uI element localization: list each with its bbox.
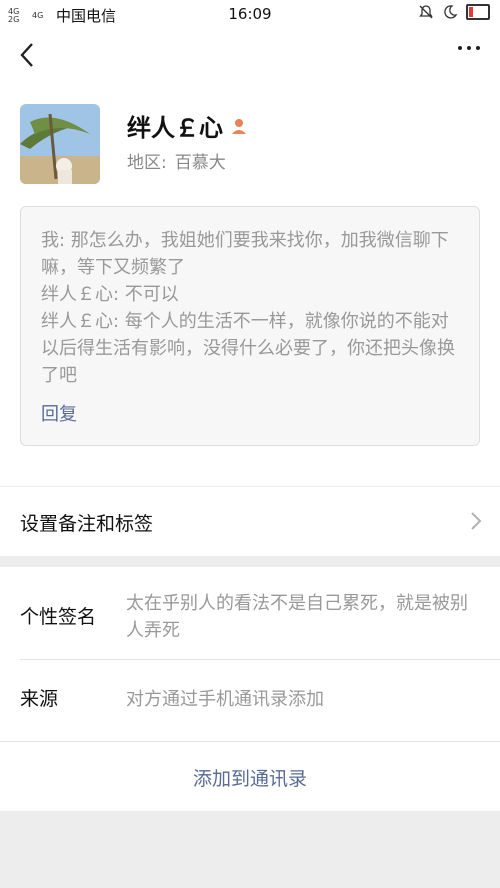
battery-icon [466, 4, 490, 20]
user-icon [232, 118, 246, 134]
source-label: 来源 [20, 688, 59, 710]
profile-card: 绊人￡心 地区: 百慕大 我: 那怎么办，我姐她们要我来找你，加我微信聊下嘛，等… [0, 82, 500, 486]
details-group: 个性签名 太在乎别人的看法不是自己累死，就是被别人弄死 来源 对方通过手机通讯录… [0, 567, 500, 741]
signature-value: 太在乎别人的看法不是自己累死，就是被别人弄死 [126, 593, 468, 641]
status-right [418, 4, 490, 20]
more-icon[interactable] [458, 46, 480, 50]
region-label: 地区: [127, 153, 167, 173]
signature-label: 个性签名 [20, 606, 97, 628]
message-line: 我: 那怎么办，我姐她们要我来找你，加我微信聊下嘛，等下又频繁了 [41, 230, 449, 278]
chevron-right-icon [471, 512, 482, 530]
region-value: 百慕大 [174, 153, 226, 173]
nav-bar [0, 28, 500, 82]
message-lines: 我: 那怎么办，我姐她们要我来找你，加我微信聊下嘛，等下又频繁了 绊人￡心: 不… [41, 227, 461, 389]
moon-icon [444, 5, 458, 19]
greeting-message-box: 我: 那怎么办，我姐她们要我来找你，加我微信聊下嘛，等下又频繁了 绊人￡心: 不… [20, 206, 480, 446]
bell-mute-icon [419, 5, 433, 19]
chevron-left-icon[interactable] [14, 38, 42, 72]
add-to-contacts-label: 添加到通讯录 [192, 768, 307, 790]
status-bar: 4G 2G 4G 中国电信 16:09 [0, 0, 500, 28]
message-line: 绊人￡心: 每个人的生活不一样，就像你说的不能对以后得生活有影响，没得什么必要了… [41, 311, 455, 386]
divider [20, 659, 500, 660]
reply-link[interactable]: 回复 [41, 400, 77, 426]
source-value: 对方通过手机通讯录添加 [126, 689, 324, 710]
add-to-contacts-button[interactable]: 添加到通讯录 [0, 741, 500, 811]
remark-tags-label: 设置备注和标签 [20, 513, 154, 535]
region-row: 地区: 百慕大 [127, 148, 226, 173]
avatar[interactable] [20, 104, 100, 184]
nickname: 绊人￡心 [127, 114, 223, 142]
message-line: 绊人￡心: 不可以 [41, 284, 179, 305]
profile-name-row: 绊人￡心 [127, 108, 249, 143]
remark-tags-row[interactable]: 设置备注和标签 [0, 487, 500, 556]
